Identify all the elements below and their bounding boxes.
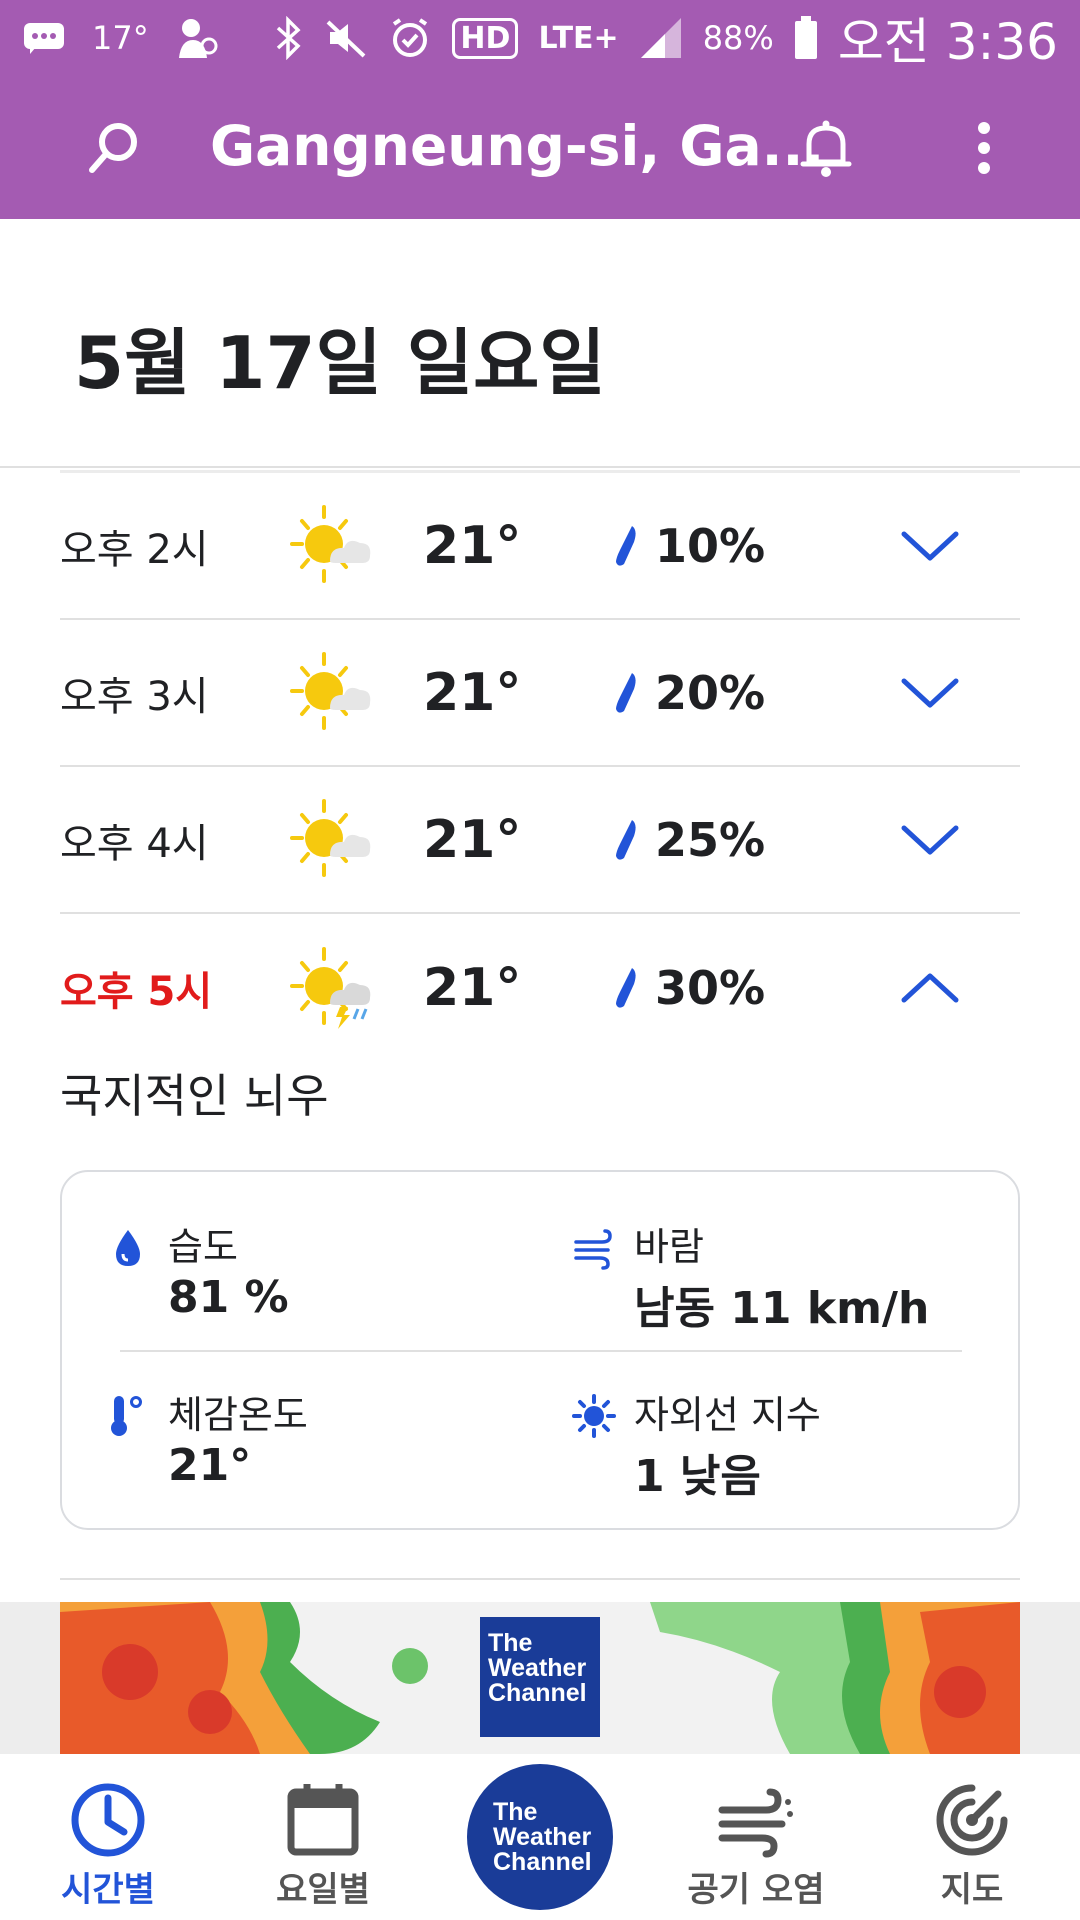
- hour-precip: 30%: [655, 960, 766, 1015]
- feels-like-label: 체감온도: [168, 1393, 308, 1437]
- notifications-button[interactable]: [786, 108, 866, 188]
- feels-like-detail: 체감온도 21°: [106, 1384, 506, 1504]
- hour-time: 오후 2시: [60, 526, 209, 573]
- hour-temp: 21°: [423, 809, 522, 870]
- nav-daily[interactable]: 요일별: [223, 1754, 423, 1920]
- bottom-navigation: 시간별 요일별 The Weather Channel 공기 오염 지도: [0, 1754, 1080, 1920]
- status-temperature: 17°: [92, 19, 149, 57]
- hourly-row[interactable]: 오후 4시 21° 25%: [60, 767, 1020, 914]
- more-options-button[interactable]: [944, 108, 1024, 188]
- search-button[interactable]: [76, 110, 152, 186]
- logo-line: Weather: [488, 1654, 587, 1682]
- raindrop-icon: [616, 525, 636, 566]
- status-time: 오전 3:36: [837, 13, 1058, 71]
- twc-logo: The Weather Channel: [480, 1617, 600, 1737]
- partly-sunny-icon: [290, 504, 371, 583]
- hourly-row[interactable]: 오후 3시 21° 20%: [60, 620, 1020, 767]
- hourly-row-expanded[interactable]: 오후 5시 21° 30%: [60, 914, 1020, 1061]
- ad-banner[interactable]: The Weather Channel: [0, 1602, 1080, 1754]
- details-card: 습도 81 % 바람 남동 11 km/h 체감온도 21° 자외선 지수 1 …: [60, 1170, 1020, 1530]
- wind-icon: [574, 1229, 612, 1270]
- nav-label: 요일별: [276, 1870, 370, 1910]
- wind-label: 바람: [634, 1225, 704, 1269]
- battery-percent: 88%: [702, 19, 774, 57]
- alarm-icon: [388, 16, 432, 60]
- raindrop-icon: [616, 672, 636, 713]
- mute-icon: [324, 16, 368, 60]
- network-type: LTE+: [538, 20, 619, 56]
- divider: [120, 1350, 962, 1352]
- signal-icon: [639, 16, 683, 60]
- weather-channel-home-button[interactable]: The Weather Channel: [467, 1764, 613, 1910]
- logo-line: The: [488, 1629, 533, 1657]
- uv-detail: 자외선 지수 1 낮음: [572, 1384, 992, 1504]
- bell-icon: [800, 120, 852, 177]
- hour-time: 오후 5시: [60, 968, 213, 1015]
- hour-time: 오후 4시: [60, 820, 209, 867]
- radar-ad-image: The Weather Channel: [60, 1602, 1020, 1754]
- hour-precip: 10%: [655, 518, 766, 573]
- chevron-down-icon[interactable]: [898, 526, 962, 566]
- humidity-detail: 습도 81 %: [106, 1216, 506, 1336]
- calendar-icon: [287, 1784, 359, 1856]
- nav-air-quality[interactable]: 공기 오염: [656, 1754, 856, 1920]
- hour-temp: 21°: [423, 957, 522, 1018]
- humidity-value: 81 %: [168, 1272, 289, 1323]
- clock-icon: [71, 1783, 145, 1857]
- uv-value: 1 낮음: [634, 1451, 761, 1502]
- message-icon: [22, 21, 66, 55]
- logo-line: Weather: [493, 1823, 592, 1851]
- logo-line: Channel: [488, 1679, 587, 1707]
- status-bar: 17° HD LTE+ 88% 오전 3:36: [0, 0, 1080, 76]
- bluetooth-icon: [274, 16, 304, 60]
- humidity-icon: [116, 1230, 140, 1266]
- uv-label: 자외선 지수: [634, 1393, 821, 1437]
- radar-icon: [936, 1784, 1008, 1856]
- logo-line: Channel: [493, 1848, 592, 1876]
- more-vert-icon: [978, 122, 990, 174]
- divider: [0, 466, 1080, 468]
- raindrop-icon: [616, 967, 636, 1008]
- partly-sunny-icon: [290, 651, 371, 730]
- hour-temp: 21°: [423, 515, 522, 576]
- wind-detail: 바람 남동 11 km/h: [572, 1216, 992, 1336]
- search-icon: [89, 123, 137, 173]
- location-title[interactable]: Gangneung-si, Ga...: [210, 114, 824, 178]
- date-header: 5월 17일 일요일: [74, 321, 606, 405]
- hourly-row[interactable]: 오후 2시 21° 10%: [60, 473, 1020, 620]
- hour-temp: 21°: [423, 662, 522, 723]
- location-person-icon: [175, 16, 219, 60]
- hour-time: 오후 3시: [60, 673, 209, 720]
- hd-icon: HD: [452, 17, 519, 59]
- sun-icon: [572, 1394, 616, 1438]
- wind-value: 남동 11 km/h: [634, 1283, 930, 1334]
- humidity-label: 습도: [168, 1225, 238, 1269]
- nav-map[interactable]: 지도: [872, 1754, 1072, 1920]
- thermometer-icon: [111, 1396, 142, 1436]
- battery-icon: [794, 16, 818, 60]
- wind-swirl-icon: [718, 1788, 793, 1858]
- chevron-up-icon[interactable]: [898, 968, 962, 1008]
- divider: [60, 1578, 1020, 1580]
- chevron-down-icon[interactable]: [898, 820, 962, 860]
- partly-sunny-icon: [290, 798, 371, 877]
- partly-sunny-thunder-icon: [290, 946, 371, 1029]
- raindrop-icon: [616, 819, 636, 860]
- nav-label: 공기 오염: [687, 1870, 825, 1910]
- app-bar: Gangneung-si, Ga...: [0, 76, 1080, 219]
- hour-precip: 20%: [655, 665, 766, 720]
- hour-precip: 25%: [655, 812, 766, 867]
- nav-label: 시간별: [61, 1870, 155, 1910]
- nav-label: 지도: [940, 1870, 1004, 1910]
- feels-like-value: 21°: [168, 1440, 252, 1491]
- condition-text: 국지적인 뇌우: [60, 1069, 329, 1123]
- nav-hourly[interactable]: 시간별: [8, 1754, 208, 1920]
- logo-line: The: [493, 1798, 538, 1826]
- chevron-down-icon[interactable]: [898, 673, 962, 713]
